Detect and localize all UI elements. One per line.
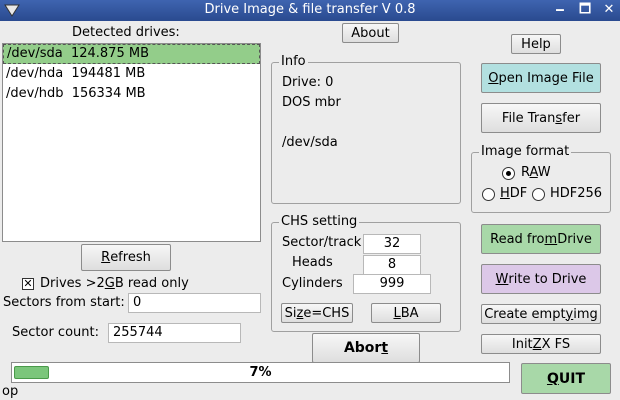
drive-list[interactable]: /dev/sda 124.875 MB /dev/hda 194481 MB /… bbox=[2, 43, 261, 242]
info-partition: DOS mbr bbox=[282, 95, 341, 110]
file-transfer-label-b: fer bbox=[562, 110, 581, 126]
abort-mnemonic: t bbox=[381, 340, 389, 356]
write-to-drive-button[interactable]: Write to Drive bbox=[481, 264, 601, 294]
chs-legend: CHS setting bbox=[279, 214, 360, 230]
read-from-drive-button[interactable]: Read fro m Drive bbox=[481, 224, 601, 254]
hdf256-radio[interactable] bbox=[532, 188, 545, 201]
init-zx-mnemonic: Z bbox=[532, 336, 542, 352]
sector-count-label: Sector count: bbox=[12, 325, 99, 340]
minimize-icon[interactable]: 🗕 bbox=[551, 1, 569, 19]
raw-label-b: W bbox=[537, 165, 551, 180]
title-bar[interactable]: Drive Image & file transfer V 0.8 🗕 🗖 ✕ bbox=[0, 0, 620, 21]
heads-field[interactable]: 8 bbox=[363, 255, 421, 275]
size-chs-label-a: Si bbox=[284, 305, 297, 321]
cylinders-field[interactable]: 999 bbox=[353, 274, 431, 294]
open-image-file-button[interactable]: Open Image File bbox=[481, 63, 601, 93]
open-image-label-b: pen Image File bbox=[498, 70, 594, 86]
quit-mnemonic: Q bbox=[546, 370, 559, 387]
size-chs-button[interactable]: Si z e=CHS bbox=[281, 303, 353, 323]
lba-button[interactable]: L BA bbox=[371, 303, 441, 323]
raw-radio[interactable] bbox=[502, 167, 515, 180]
file-transfer-mnemonic: s bbox=[555, 110, 563, 126]
read-drive-mnemonic: m bbox=[544, 231, 558, 247]
window-title: Drive Image & file transfer V 0.8 bbox=[204, 2, 416, 17]
create-empty-label-b: img bbox=[573, 306, 598, 322]
size-chs-mnemonic: z bbox=[296, 305, 304, 321]
drives-heading: Detected drives: bbox=[72, 25, 180, 40]
abort-button[interactable]: Abor t bbox=[312, 333, 420, 363]
write-drive-label-b: rite to Drive bbox=[508, 271, 587, 287]
sectors-from-start-label: Sectors from start: bbox=[3, 295, 125, 310]
hdf-radio[interactable] bbox=[482, 188, 495, 201]
drive-item[interactable]: /dev/sda 124.875 MB bbox=[3, 44, 260, 64]
drive-item[interactable]: /dev/hdb 156334 MB bbox=[3, 84, 260, 104]
cylinders-label: Cylinders bbox=[282, 276, 343, 291]
init-zx-label-b: X FS bbox=[541, 336, 571, 352]
chs-group: CHS setting Sector/track 32 Heads 8 Cyli… bbox=[271, 214, 461, 332]
abort-label-a: Abor bbox=[343, 340, 382, 356]
quit-button[interactable]: Q UIT bbox=[521, 363, 611, 394]
create-empty-label-a: Create empt bbox=[484, 306, 566, 322]
status-text: op bbox=[2, 384, 19, 399]
readonly-label-a: Drives >2 bbox=[40, 276, 105, 291]
readonly-label: Drives >2GB read only bbox=[40, 276, 189, 291]
raw-label-a: R bbox=[521, 165, 530, 180]
read-drive-label-a: Read fro bbox=[490, 231, 545, 247]
sectors-from-start-field[interactable]: 0 bbox=[128, 293, 261, 313]
close-icon[interactable]: ✕ bbox=[600, 1, 618, 19]
readonly-mnemonic: G bbox=[104, 276, 115, 291]
lba-label-b: BA bbox=[400, 305, 419, 321]
hdf-label-b: DF bbox=[509, 186, 528, 201]
raw-radio-label: RAW bbox=[521, 165, 551, 180]
info-drive: Drive: 0 bbox=[282, 75, 334, 90]
init-zx-label-a: Init bbox=[511, 336, 533, 352]
write-drive-mnemonic: W bbox=[495, 271, 509, 287]
maximize-icon[interactable]: 🗖 bbox=[576, 1, 594, 19]
info-legend: Info bbox=[279, 54, 308, 70]
hdf-mnemonic: H bbox=[500, 186, 510, 201]
drive-item[interactable]: /dev/hda 194481 MB bbox=[3, 64, 260, 84]
progress-percent: 7% bbox=[249, 365, 272, 380]
about-button[interactable]: About bbox=[342, 23, 399, 43]
raw-mnemonic: A bbox=[529, 165, 538, 180]
sector-count-field[interactable]: 255744 bbox=[108, 323, 241, 343]
quit-label-b: UIT bbox=[558, 370, 586, 387]
readonly-checkbox[interactable]: ✕ bbox=[22, 278, 34, 290]
refresh-button[interactable]: Refresh bbox=[81, 244, 171, 271]
sectors-per-track-label: Sector/track bbox=[282, 235, 362, 250]
size-chs-label-b: e=CHS bbox=[303, 305, 350, 321]
info-device: /dev/sda bbox=[282, 135, 338, 150]
sectors-per-track-field[interactable]: 32 bbox=[363, 234, 421, 254]
hdf-radio-label: HDF bbox=[500, 186, 527, 201]
help-button[interactable]: Help bbox=[511, 34, 561, 54]
image-format-group: Image format RAW HDF HDF256 bbox=[471, 144, 611, 213]
heads-label: Heads bbox=[292, 255, 333, 270]
info-group: Info Drive: 0 DOS mbr /dev/sda bbox=[271, 54, 461, 204]
file-transfer-button[interactable]: File Tran s fer bbox=[481, 103, 601, 133]
refresh-label-b: efresh bbox=[110, 250, 151, 265]
hdf256-radio-label: HDF256 bbox=[550, 186, 603, 201]
progress-bar: 7% bbox=[11, 362, 510, 383]
readonly-label-b: B read only bbox=[114, 276, 189, 291]
create-empty-img-button[interactable]: Create empt y img bbox=[481, 304, 601, 324]
image-format-legend: Image format bbox=[479, 144, 572, 160]
file-transfer-label-a: File Tran bbox=[501, 110, 556, 126]
lba-mnemonic: L bbox=[393, 305, 401, 321]
open-image-mnemonic: O bbox=[488, 70, 499, 86]
refresh-mnemonic: R bbox=[101, 250, 111, 265]
read-drive-label-b: Drive bbox=[557, 231, 592, 247]
init-zx-fs-button[interactable]: Init ZX FS bbox=[481, 334, 601, 354]
create-empty-mnemonic: y bbox=[565, 306, 574, 322]
